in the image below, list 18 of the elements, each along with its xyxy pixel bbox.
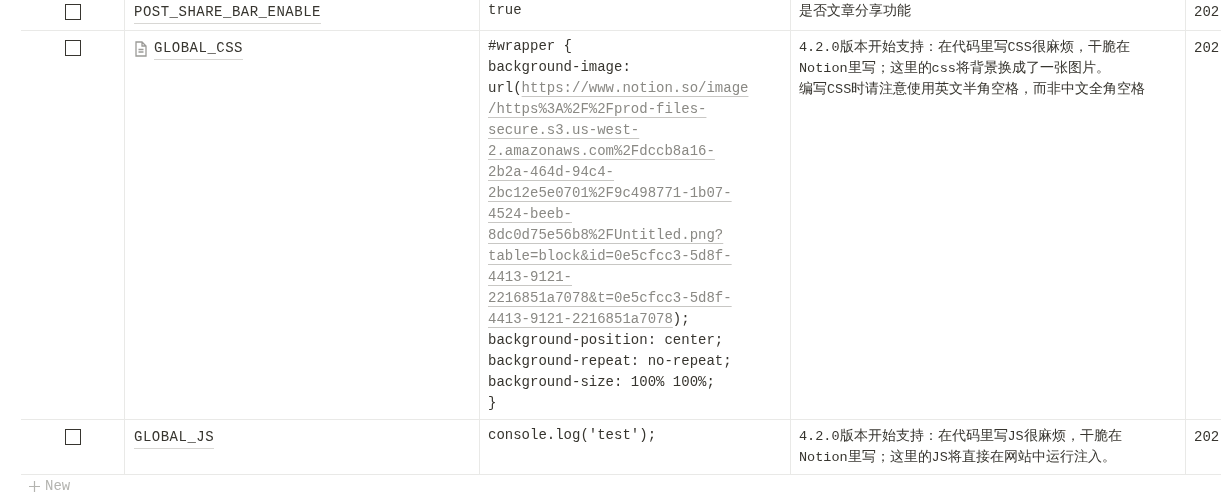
date-text: 202 — [1194, 429, 1220, 445]
row-name-link[interactable]: GLOBAL_JS — [134, 426, 215, 449]
row-checkbox[interactable] — [64, 40, 81, 56]
row-name-link[interactable]: GLOBAL_CSS — [154, 37, 243, 60]
description-text: 是否文章分享功能 — [799, 2, 912, 21]
description-text: 编写CSS时请注意使用英文半角空格，而非中文全角空格 — [799, 80, 1147, 99]
row-checkbox[interactable] — [64, 429, 81, 445]
plus-icon — [29, 481, 40, 492]
description-text: 4.2.0版本开始支持：在代码里写JS很麻烦，干脆在Notion里写；这里的JS将直接在网站中运行注入。 — [799, 427, 1123, 467]
row-checkbox[interactable] — [64, 4, 81, 20]
code-value: true — [488, 1, 523, 20]
description-text: 4.2.0版本开始支持：在代码里写CSS很麻烦，干脆在Notion里写；这里的css将背景换成了一张图片。 — [799, 38, 1131, 78]
code-value: console.log('test'); — [488, 426, 658, 445]
row-name-link[interactable]: POST_SHARE_BAR_ENABLE — [134, 1, 321, 24]
date-text: 202 — [1194, 40, 1220, 56]
code-value: #wrapper { background-image: url(https://www.notion.so/image /https%3A%2F%2Fprod-files- secure.s3.us-west- 2.amazonaws.com%2Fdccb8a16- 2b2a-464d-94c4- 2bc12e5e0701%2F9c498771-1b07- 4524-beeb- 8dc0d75e56b8%2FUntitled.png? table=block&id=0e5cfcc3-5d8f- 4413-9121- 2216851a7078&t=0e5cfcc3-5d8f- 4413-9121-2216851a7078); background-position: center; background-repeat: no-repeat; background-size: 100% 100%; } — [488, 37, 750, 413]
date-text: 202 — [1194, 4, 1220, 20]
page-icon — [134, 40, 148, 57]
